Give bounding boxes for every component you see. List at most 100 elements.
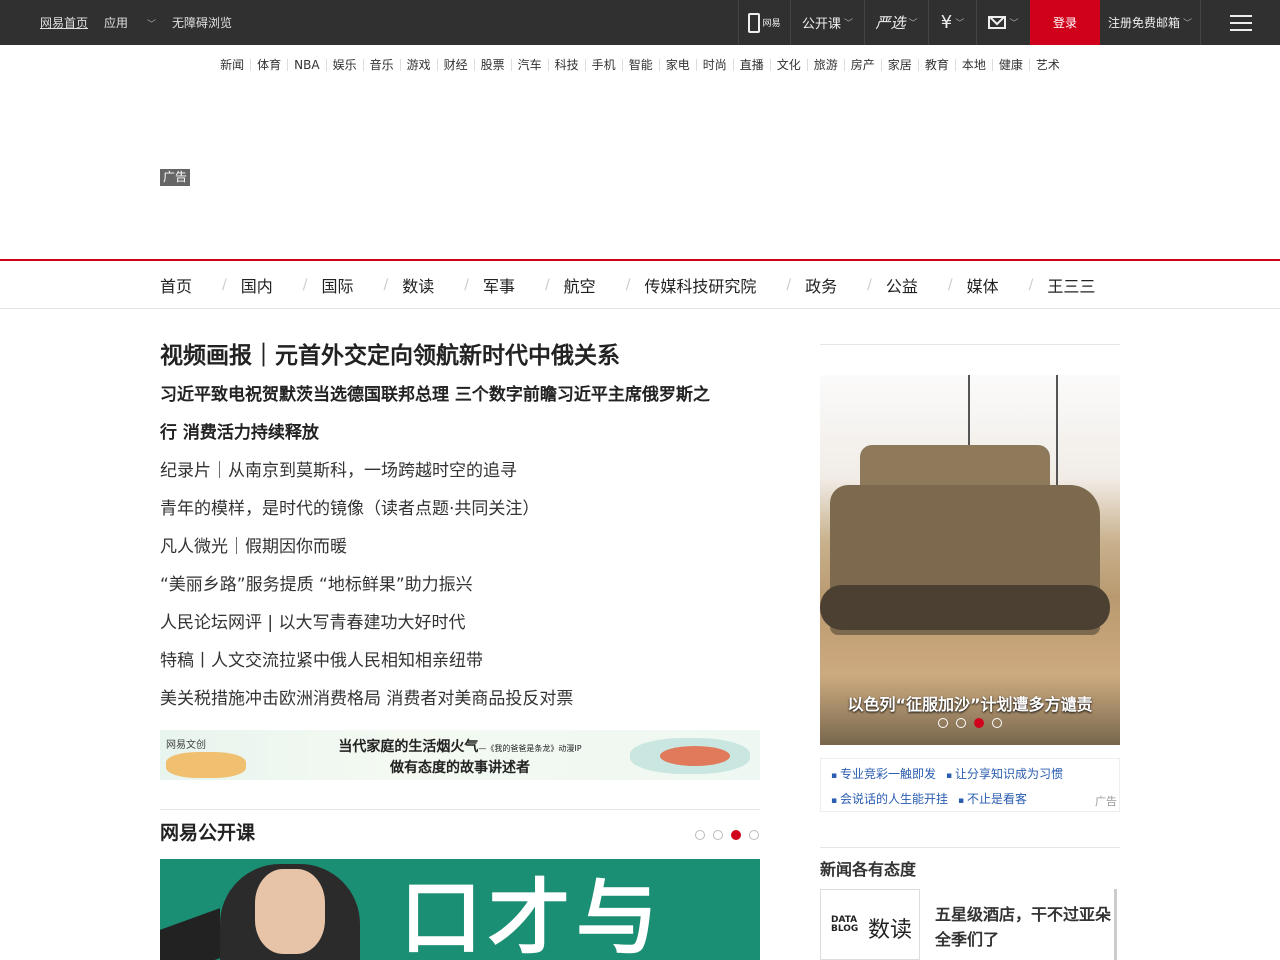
news-slideshow[interactable]: 以色列“征服加沙”计划遭多方谴责 xyxy=(820,375,1120,745)
finance-menu[interactable]: ¥ ﹀ xyxy=(928,0,976,45)
carousel-dot[interactable] xyxy=(695,830,705,840)
nav-separator: / xyxy=(786,277,792,293)
slideshow-caption[interactable]: 以色列“征服加沙”计划遭多方谴责 xyxy=(820,691,1120,715)
attitude-headline[interactable]: 五星级酒店，干不过亚朵全季们了 xyxy=(935,902,1115,952)
channel-link[interactable]: 艺术 xyxy=(1028,59,1066,71)
carousel-dot[interactable] xyxy=(749,830,759,840)
section-tab[interactable]: 航空 xyxy=(564,273,596,297)
section-tab[interactable]: 王三三 xyxy=(1047,273,1095,297)
channel-link[interactable]: 游戏 xyxy=(399,59,437,71)
news-link[interactable]: 人民论坛网评 | 以大写青春建功大好时代 xyxy=(160,604,760,642)
tank-track-graphic xyxy=(820,585,1110,630)
section-tab[interactable]: 公益 xyxy=(886,273,918,297)
channel-link[interactable]: 手机 xyxy=(584,59,622,71)
open-course-menu[interactable]: 公开课 ﹀ xyxy=(790,0,864,45)
channel-link[interactable]: 健康 xyxy=(991,59,1029,71)
news-link[interactable]: 美关税措施冲击欧洲消费格局 消费者对美商品投反对票 xyxy=(160,680,760,718)
chevron-down-icon: ﹀ xyxy=(844,19,854,29)
channel-link[interactable]: 房产 xyxy=(843,59,881,71)
attitude-section: 新闻各有态度 xyxy=(820,847,1120,880)
channel-link[interactable]: 新闻 xyxy=(214,59,250,71)
accessibility-link[interactable]: 无障碍浏览 xyxy=(172,14,232,31)
channel-link[interactable]: 科技 xyxy=(547,59,585,71)
mail-menu[interactable]: ﹀ xyxy=(976,0,1030,45)
chevron-down-icon: ﹀ xyxy=(1183,19,1193,29)
mobile-app-button[interactable]: 网易 xyxy=(738,0,790,45)
news-link[interactable]: 凡人微光｜假期因你而暖 xyxy=(160,528,760,566)
datablog-logo: DATA BLOG xyxy=(831,915,859,934)
channel-link[interactable]: 旅游 xyxy=(806,59,844,71)
banner-illustration xyxy=(166,752,246,778)
yen-icon: ¥ xyxy=(940,12,953,33)
antenna-graphic xyxy=(1056,375,1058,495)
channel-link[interactable]: 体育 xyxy=(250,59,287,71)
banner-line-1-main: 当代家庭的生活烟火气 xyxy=(338,739,479,755)
channel-link[interactable]: 家居 xyxy=(880,59,918,71)
yanxuan-menu[interactable]: 严选 ﹀ xyxy=(864,0,928,45)
register-mail-menu[interactable]: 注册免费邮箱 ﹀ xyxy=(1100,0,1200,45)
carousel-dot[interactable] xyxy=(992,718,1002,728)
ad-link[interactable]: 会说话的人生能开挂 xyxy=(831,790,948,807)
ad-link[interactable]: 让分享知识成为习惯 xyxy=(946,765,1063,782)
news-link[interactable]: 青年的模样，是时代的镜像（读者点题·共同关注） xyxy=(160,490,760,528)
channel-link[interactable]: 教育 xyxy=(917,59,955,71)
datablog-name: 数读 xyxy=(868,918,913,943)
top-headline[interactable]: 视频画报｜元首外交定向领航新时代中俄关系 xyxy=(160,336,760,376)
open-course-section: 网易公开课 xyxy=(160,809,760,845)
ad-label: 广告 xyxy=(160,169,190,186)
channel-link[interactable]: 直播 xyxy=(732,59,770,71)
channel-link[interactable]: 本地 xyxy=(954,59,992,71)
attitude-title[interactable]: 新闻各有态度 xyxy=(820,856,1120,880)
channel-link[interactable]: 音乐 xyxy=(362,59,400,71)
carousel-dot[interactable] xyxy=(713,830,723,840)
channel-link[interactable]: 家电 xyxy=(658,59,696,71)
open-course-carousel-dots xyxy=(687,830,759,840)
netease-home-link[interactable]: 网易首页 xyxy=(40,14,88,31)
chevron-down-icon: ﹀ xyxy=(955,19,965,29)
open-course-label: 公开课 xyxy=(801,17,841,32)
channel-link[interactable]: 智能 xyxy=(621,59,659,71)
bold-headline-line-1[interactable]: 习近平致电祝贺默茨当选德国联邦总理 三个数字前瞻习近平主席俄罗斯之 xyxy=(160,376,760,414)
channel-link[interactable]: 文化 xyxy=(769,59,807,71)
section-tab[interactable]: 传媒科技研究院 xyxy=(644,273,756,297)
carousel-dot[interactable] xyxy=(938,718,948,728)
headline-list: 视频画报｜元首外交定向领航新时代中俄关系 习近平致电祝贺默茨当选德国联邦总理 三… xyxy=(160,336,760,718)
right-divider xyxy=(820,344,1120,345)
nav-separator: / xyxy=(464,277,469,293)
main-menu-button[interactable] xyxy=(1200,0,1280,45)
top-left-links: 网易首页 应用 ﹀ 无障碍浏览 xyxy=(40,0,248,45)
section-tab[interactable]: 军事 xyxy=(483,273,515,297)
culture-banner-ad[interactable]: 网易文创 当代家庭的生活烟火气—《我的爸爸是条龙》动漫IP 做有态度的故事讲述者 xyxy=(160,730,760,780)
news-link[interactable]: 纪录片｜从南京到莫斯科，一场跨越时空的追寻 xyxy=(160,452,760,490)
chevron-down-icon: ﹀ xyxy=(1009,19,1019,29)
news-link[interactable]: “美丽乡路”服务提质 “地标鲜果”助力振兴 xyxy=(160,566,760,604)
apps-menu[interactable]: 应用 ﹀ xyxy=(104,14,156,31)
news-link[interactable]: 特稿丨人文交流拉紧中俄人民相知相亲纽带 xyxy=(160,642,760,680)
bold-headline-line-2[interactable]: 行 消费活力持续释放 xyxy=(160,414,760,452)
section-tab[interactable]: 数读 xyxy=(402,273,434,297)
section-tab[interactable]: 媒体 xyxy=(967,273,999,297)
channel-link[interactable]: 汽车 xyxy=(510,59,548,71)
channel-link[interactable]: 财经 xyxy=(436,59,474,71)
carousel-dot[interactable] xyxy=(956,718,966,728)
ad-link[interactable]: 专业竞彩一触即发 xyxy=(831,765,936,782)
section-tab[interactable]: 国内 xyxy=(241,273,273,297)
open-course-title[interactable]: 网易公开课 xyxy=(160,818,760,845)
login-button[interactable]: 登录 xyxy=(1030,0,1100,45)
carousel-dot-active[interactable] xyxy=(974,718,984,728)
section-tab[interactable]: 首页 xyxy=(160,273,192,297)
speaker-face xyxy=(255,869,325,954)
carousel-dot-active[interactable] xyxy=(731,830,741,840)
hamburger-icon xyxy=(1229,14,1252,31)
ad-links-row-1: 专业竞彩一触即发 让分享知识成为习惯 xyxy=(831,765,1073,782)
section-tab[interactable]: 政务 xyxy=(805,273,837,297)
channel-link[interactable]: 股票 xyxy=(473,59,511,71)
ad-link[interactable]: 不止是看客 xyxy=(958,790,1027,807)
section-tab[interactable]: 国际 xyxy=(321,273,353,297)
open-course-image[interactable]: 口才与 xyxy=(160,859,760,960)
mail-icon xyxy=(988,16,1007,29)
channel-link[interactable]: NBA xyxy=(287,59,325,71)
datablog-card[interactable]: DATA BLOG 数读 xyxy=(820,889,920,960)
channel-link[interactable]: 时尚 xyxy=(695,59,733,71)
channel-link[interactable]: 娱乐 xyxy=(325,59,363,71)
